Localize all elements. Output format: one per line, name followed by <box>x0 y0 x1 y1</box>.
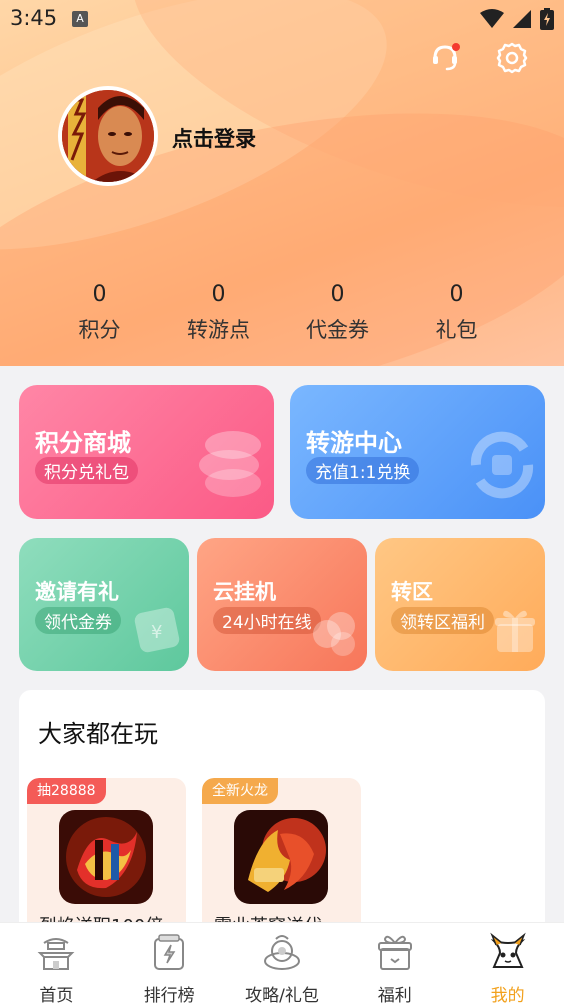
stat-transfer-points[interactable]: 0 转游点 <box>159 280 278 344</box>
popular-games-section: 大家都在玩 抽28888 烈焰送职100倍 <box>19 690 545 958</box>
customer-service-button[interactable] <box>428 40 462 74</box>
nav-label: 我的 <box>490 986 525 1004</box>
login-link[interactable]: 点击登录 <box>172 123 256 153</box>
coins-icon <box>199 431 261 497</box>
cloud-icon <box>313 612 355 656</box>
transfer-center-card[interactable]: 转游中心 充值1:1兑换 <box>290 385 545 519</box>
mine-mascot-icon <box>489 932 526 968</box>
nav-item-guide-gift[interactable]: 攻略/礼包 <box>226 923 339 1004</box>
card-subtitle: 充值1:1兑换 <box>306 457 420 484</box>
profile-page: 3:45 A 点击登录 0 积分 0 转游点 0 代金券 0 礼包 积分商城 积… <box>0 0 564 1004</box>
voucher-icon: ¥ <box>134 607 180 653</box>
card-subtitle: 领转区福利 <box>391 607 494 634</box>
stat-vouchers[interactable]: 0 代金券 <box>278 280 397 344</box>
notification-badge: A <box>72 11 88 27</box>
game-tag: 抽28888 <box>27 778 106 804</box>
signal-icon <box>513 10 531 28</box>
game-logo-image <box>234 810 328 904</box>
customer-service-icon <box>433 43 460 71</box>
stat-label: 积分 <box>78 318 121 342</box>
card-title: 转区 <box>391 580 433 604</box>
home-icon <box>37 938 75 970</box>
profile-header: 3:45 A 点击登录 0 积分 0 转游点 0 代金券 0 礼包 <box>0 0 564 366</box>
stat-points[interactable]: 0 积分 <box>40 280 159 344</box>
bottom-nav: 首页 排行榜 攻略/礼包 福利 我的 <box>0 922 564 1004</box>
battery-icon <box>540 8 554 30</box>
stat-value: 0 <box>211 282 226 307</box>
svg-text:¥: ¥ <box>151 622 162 643</box>
invite-card[interactable]: 邀请有礼 领代金券 ¥ <box>19 538 189 671</box>
stat-label: 代金券 <box>306 318 369 342</box>
cloud-hangup-card[interactable]: 云挂机 24小时在线 <box>197 538 367 671</box>
settings-button[interactable] <box>495 40 529 74</box>
card-title: 邀请有礼 <box>35 580 119 604</box>
ranking-icon <box>154 934 185 970</box>
game-tag: 全新火龙 <box>202 778 278 804</box>
game-icon <box>59 810 153 904</box>
gear-icon <box>496 42 528 74</box>
avatar-image <box>62 90 154 182</box>
status-bar: 3:45 A <box>0 0 564 38</box>
stat-gift-packs[interactable]: 0 礼包 <box>397 280 516 344</box>
stat-label: 礼包 <box>435 318 478 342</box>
welfare-gift-icon <box>377 935 412 970</box>
nav-item-home[interactable]: 首页 <box>0 923 113 1004</box>
nav-item-ranking[interactable]: 排行榜 <box>113 923 226 1004</box>
nav-label: 首页 <box>39 986 74 1004</box>
stats-row: 0 积分 0 转游点 0 代金券 0 礼包 <box>40 280 516 344</box>
stat-value: 0 <box>449 282 464 307</box>
card-title: 积分商城 <box>35 429 131 457</box>
gift-box-icon <box>495 610 535 652</box>
wifi-icon <box>480 9 504 28</box>
card-subtitle: 领代金券 <box>35 607 121 634</box>
nav-label: 福利 <box>377 986 412 1004</box>
nav-item-welfare[interactable]: 福利 <box>338 923 451 1004</box>
nav-label: 排行榜 <box>143 986 195 1004</box>
stat-value: 0 <box>92 282 107 307</box>
card-subtitle: 24小时在线 <box>213 607 321 634</box>
guide-gift-icon <box>263 935 300 970</box>
card-subtitle: 积分兑礼包 <box>35 457 138 484</box>
exchange-arrows-icon <box>470 431 534 499</box>
game-icon <box>234 810 328 904</box>
card-title: 转游中心 <box>306 429 402 457</box>
nav-item-mine[interactable]: 我的 <box>451 923 564 1004</box>
nav-label: 攻略/礼包 <box>245 986 319 1004</box>
game-logo-image <box>59 810 153 904</box>
stat-label: 转游点 <box>187 318 250 342</box>
stat-value: 0 <box>330 282 345 307</box>
avatar[interactable] <box>58 86 158 186</box>
server-transfer-card[interactable]: 转区 领转区福利 <box>375 538 545 671</box>
section-title: 大家都在玩 <box>38 720 158 748</box>
card-title: 云挂机 <box>213 580 276 604</box>
points-mall-card[interactable]: 积分商城 积分兑礼包 <box>19 385 274 519</box>
status-time: 3:45 <box>10 6 58 30</box>
